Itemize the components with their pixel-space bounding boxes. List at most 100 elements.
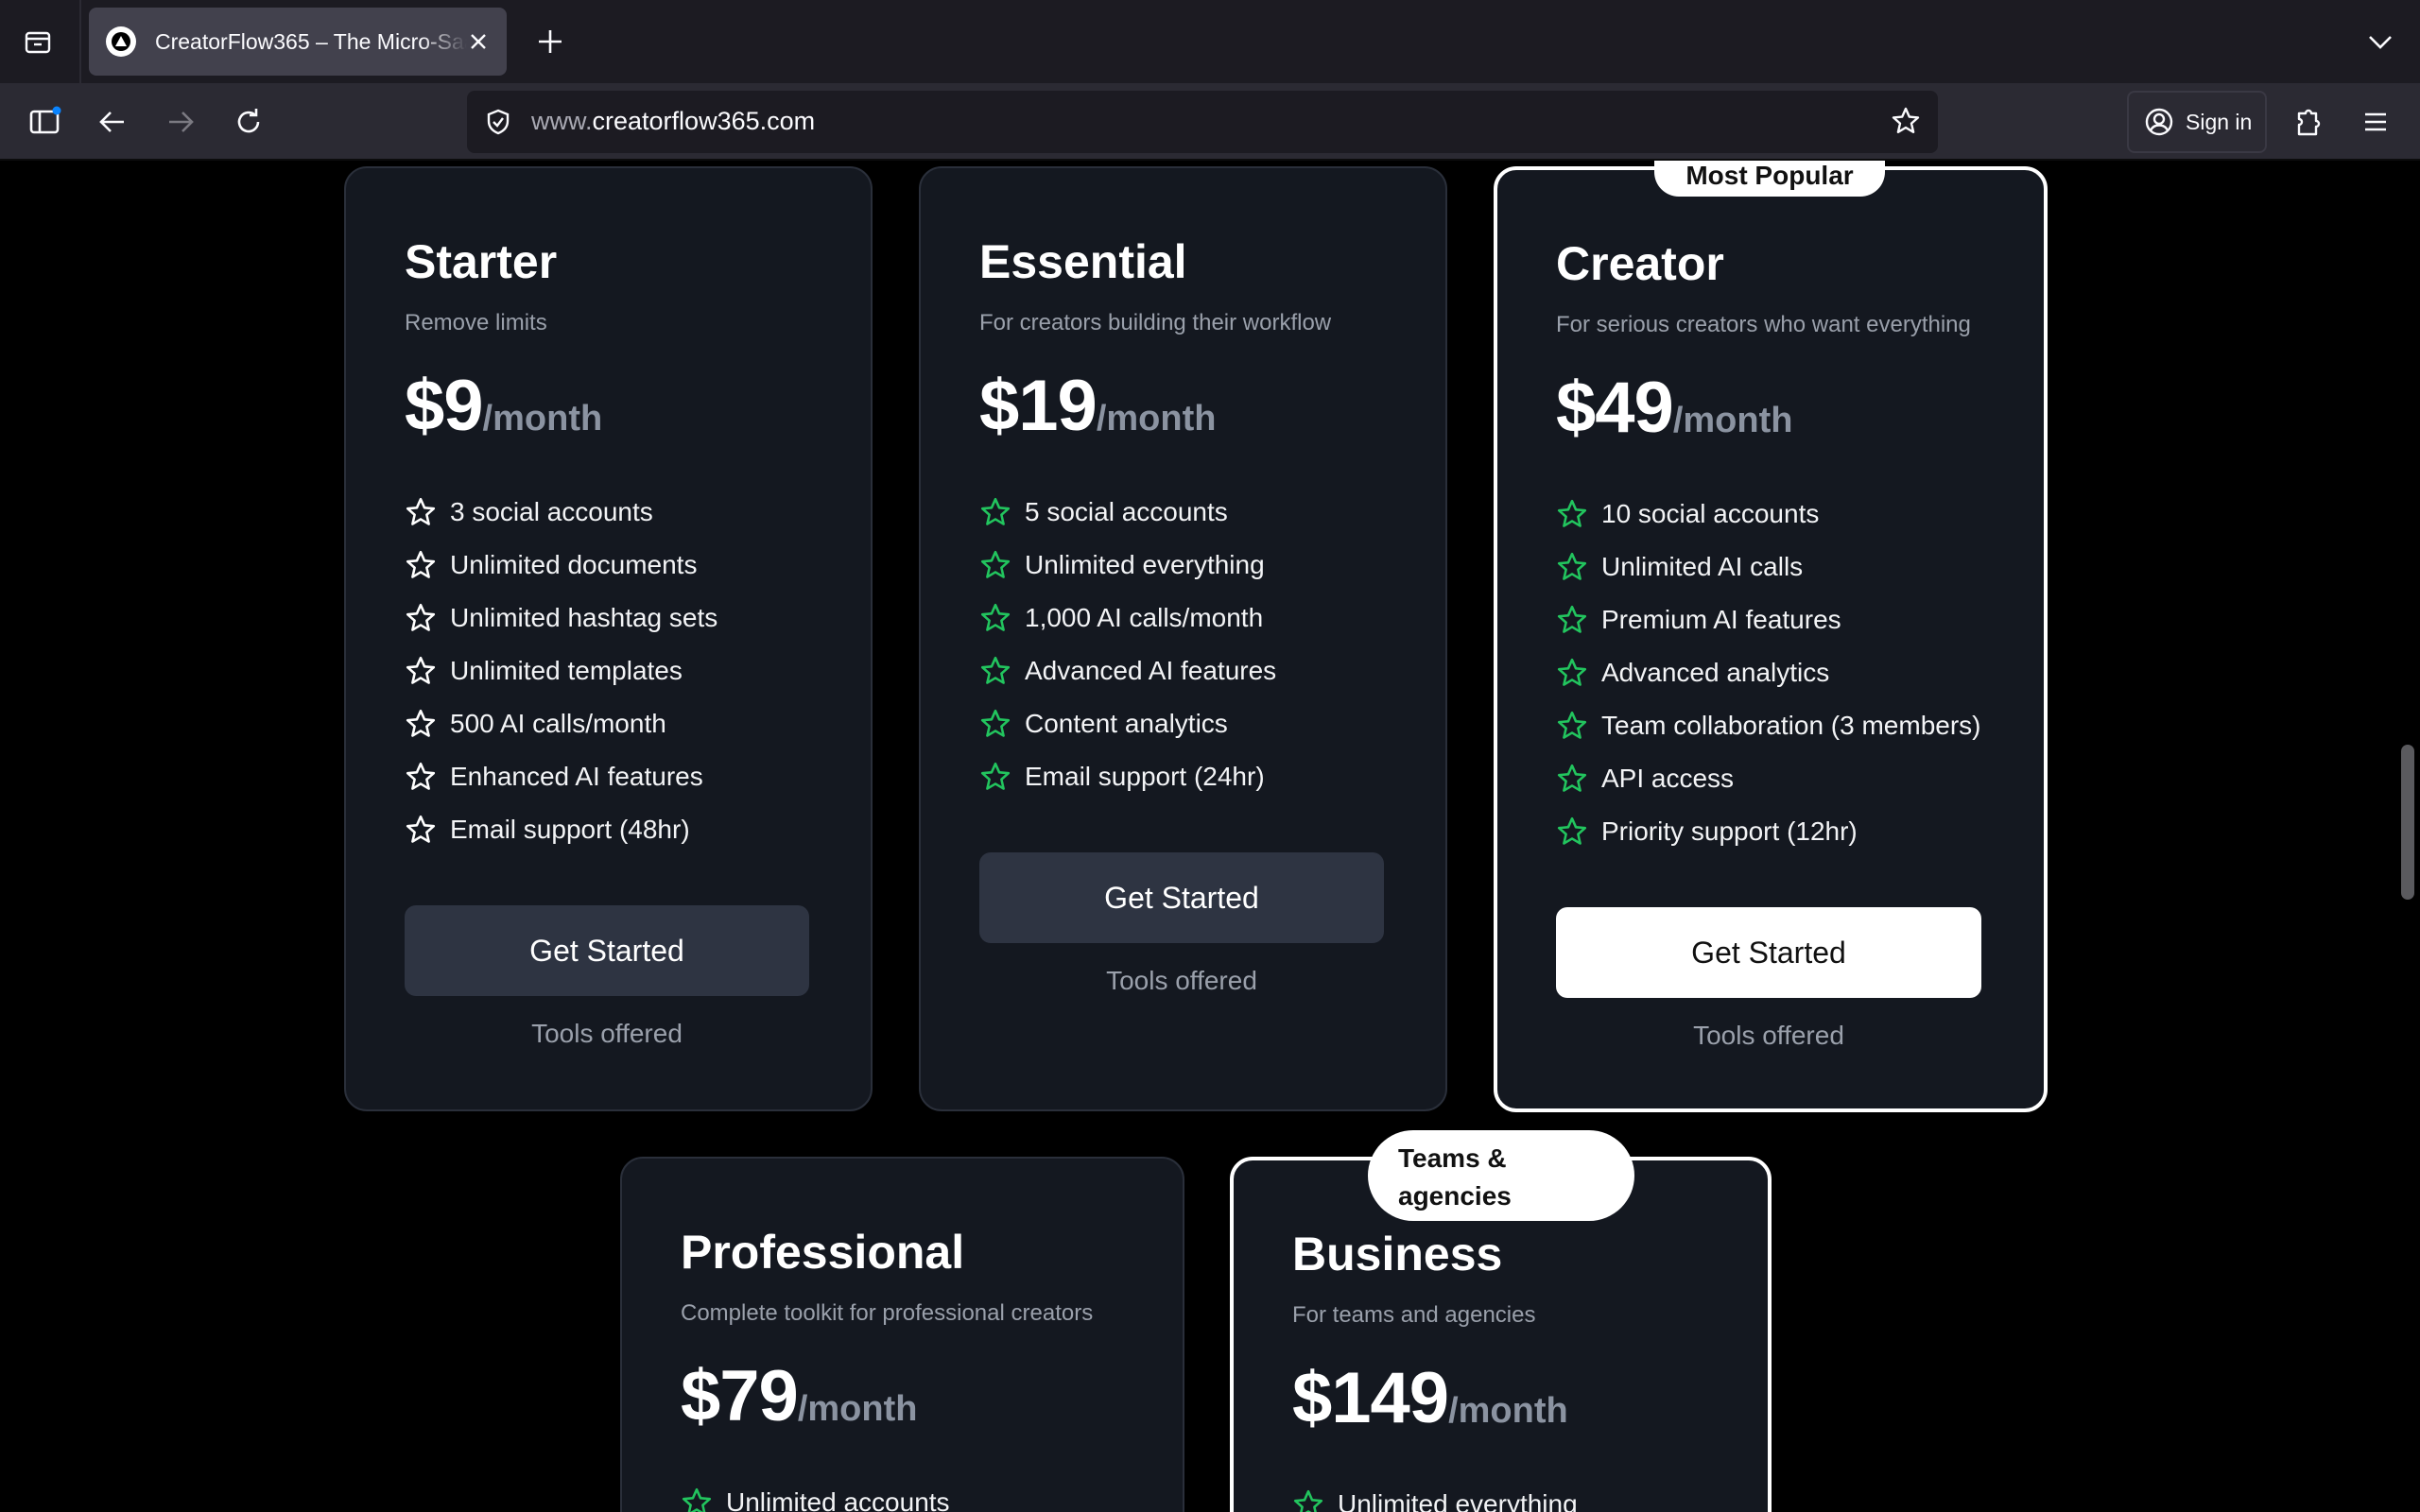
get-started-button[interactable]: Get Started (405, 905, 809, 996)
url-domain: creatorflow365.com (592, 107, 816, 135)
star-outline-icon (406, 762, 436, 790)
sign-in-label: Sign in (2186, 109, 2253, 134)
get-started-button[interactable]: Get Started (979, 852, 1384, 943)
feature-item: API access (1556, 752, 1981, 805)
plan-name: Creator (1556, 237, 1724, 290)
plan-price: $149/month (1292, 1357, 1568, 1439)
feature-item: Unlimited everything (1292, 1478, 1578, 1512)
star-outline-icon (980, 709, 1011, 737)
sign-in-button[interactable]: Sign in (2127, 91, 2267, 153)
account-avatar-icon (2145, 108, 2173, 136)
url-prefix: www. (531, 107, 593, 135)
feature-item: Email support (24hr) (979, 750, 1276, 803)
price-period: /month (482, 399, 603, 438)
bookmark-star-icon[interactable] (1887, 102, 1925, 140)
star-outline-icon (1557, 711, 1587, 739)
price-amount: $79 (681, 1356, 799, 1436)
star-outline-icon (406, 815, 436, 843)
star-outline-icon (406, 603, 436, 631)
plan-name: Starter (405, 235, 558, 288)
plan-subtitle: For serious creators who want everything (1556, 312, 1971, 337)
star-outline-icon (406, 497, 436, 525)
feature-item: Advanced AI features (979, 644, 1276, 697)
plan-name: Professional (681, 1226, 965, 1279)
star-outline-icon (980, 762, 1011, 790)
feature-item: 500 AI calls/month (405, 697, 717, 750)
plan-price: $49/month (1556, 367, 1792, 449)
url-text[interactable]: www.creatorflow365.com (531, 107, 815, 136)
address-bar[interactable]: www.creatorflow365.com (467, 91, 1938, 153)
feature-item: Premium AI features (1556, 593, 1981, 646)
tools-offered-link[interactable]: Tools offered (1556, 1021, 1981, 1051)
feature-item: Unlimited accounts (681, 1476, 950, 1512)
plan-subtitle: Complete toolkit for professional creato… (681, 1300, 1094, 1326)
tab-list-icon[interactable] (17, 21, 59, 62)
star-outline-icon (1557, 552, 1587, 580)
feature-item: Unlimited templates (405, 644, 717, 697)
browser-tab-active[interactable]: CreatorFlow365 – The Micro-SaaS (89, 8, 507, 76)
star-outline-icon (980, 497, 1011, 525)
price-amount: $149 (1292, 1358, 1449, 1438)
extensions-puzzle-icon[interactable] (2286, 100, 2329, 144)
plan-price: $9/month (405, 365, 602, 447)
badge-line: agencies (1398, 1181, 1512, 1211)
feature-list: 10 social accounts Unlimited AI calls Pr… (1556, 488, 1981, 858)
plan-price: $79/month (681, 1355, 917, 1437)
most-popular-badge: Most Popular (1654, 161, 1885, 197)
tools-offered-link[interactable]: Tools offered (405, 1019, 809, 1049)
feature-item: Email support (48hr) (405, 803, 717, 856)
plan-card-starter: Starter Remove limits $9/month 3 social … (344, 166, 873, 1111)
price-period: /month (1096, 399, 1217, 438)
plan-card-professional: Professional Complete toolkit for profes… (620, 1157, 1184, 1512)
star-outline-icon (1293, 1489, 1323, 1512)
plan-subtitle: For creators building their workflow (979, 310, 1332, 335)
tab-close-icon[interactable] (463, 26, 493, 57)
sidebar-toggle-icon[interactable] (23, 100, 66, 144)
star-outline-icon (1557, 816, 1587, 845)
plan-card-creator: Creator For serious creators who want ev… (1494, 166, 2048, 1112)
star-outline-icon (980, 656, 1011, 684)
star-outline-icon (682, 1487, 712, 1512)
price-period: /month (1672, 401, 1793, 440)
feature-item: 3 social accounts (405, 486, 717, 539)
feature-item: Advanced analytics (1556, 646, 1981, 699)
feature-item: Priority support (12hr) (1556, 805, 1981, 858)
feature-item: Team collaboration (3 members) (1556, 699, 1981, 752)
star-outline-icon (1557, 764, 1587, 792)
feature-item: Unlimited documents (405, 539, 717, 592)
star-outline-icon (406, 656, 436, 684)
feature-item: 10 social accounts (1556, 488, 1981, 541)
app-menu-hamburger-icon[interactable] (2354, 100, 2397, 144)
badge-line: Teams & (1398, 1143, 1507, 1173)
plan-subtitle: Remove limits (405, 310, 547, 335)
teams-agencies-badge: Teams & agencies (1368, 1130, 1634, 1221)
feature-item: Unlimited everything (979, 539, 1276, 592)
get-started-button[interactable]: Get Started (1556, 907, 1981, 998)
reload-icon[interactable] (227, 100, 270, 144)
plan-name: Essential (979, 235, 1187, 288)
pricing-page: Starter Remove limits $9/month 3 social … (0, 161, 2420, 1512)
tools-offered-link[interactable]: Tools offered (979, 966, 1384, 996)
tab-overflow-chevron-down-icon[interactable] (2360, 21, 2401, 62)
price-period: /month (797, 1389, 918, 1429)
page-scrollbar-thumb[interactable] (2401, 745, 2414, 900)
new-tab-plus-icon[interactable] (529, 21, 571, 62)
star-outline-icon (1557, 605, 1587, 633)
feature-item: Unlimited AI calls (1556, 541, 1981, 593)
tab-title: CreatorFlow365 – The Micro-SaaS (155, 28, 467, 54)
star-outline-icon (406, 709, 436, 737)
feature-item: Content analytics (979, 697, 1276, 750)
plan-name: Business (1292, 1228, 1503, 1280)
browser-nav-bar: www.creatorflow365.com Sign in (0, 83, 2420, 161)
forward-arrow-icon[interactable] (159, 100, 202, 144)
site-favicon-icon (106, 26, 136, 57)
back-arrow-icon[interactable] (91, 100, 134, 144)
feature-list: Unlimited accounts (681, 1476, 950, 1512)
price-amount: $19 (979, 366, 1098, 446)
tracking-protection-shield-icon[interactable] (480, 104, 516, 140)
tab-separator (79, 0, 81, 83)
star-outline-icon (406, 550, 436, 578)
plan-price: $19/month (979, 365, 1216, 447)
feature-list: Unlimited everything (1292, 1478, 1578, 1512)
feature-item: Unlimited hashtag sets (405, 592, 717, 644)
